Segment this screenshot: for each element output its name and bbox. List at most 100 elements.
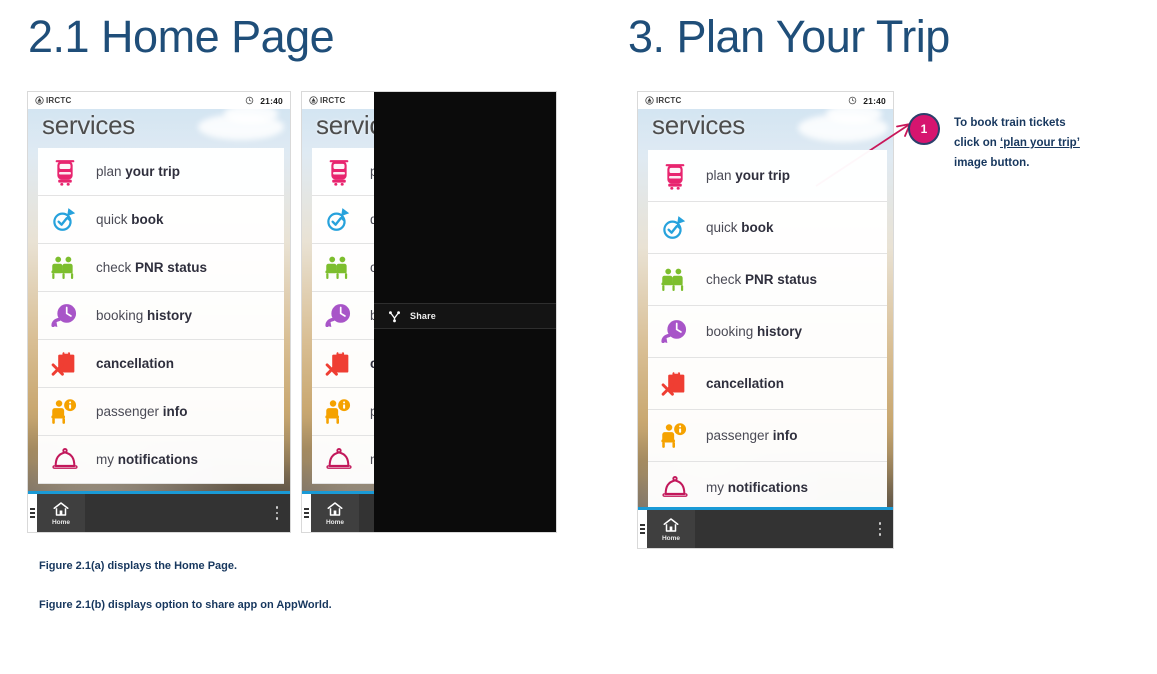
service-item-cancellation[interactable]: cancellation — [38, 340, 284, 388]
irctc-logo-icon — [645, 96, 654, 105]
history-clock-icon — [325, 303, 351, 327]
service-item-booking-history[interactable]: booking history — [38, 292, 284, 340]
callout-line-3: image button. — [954, 156, 1030, 169]
figure-caption-b: Figure 2.1(b) displays option to share a… — [39, 599, 332, 611]
app-page-title: services — [652, 110, 745, 140]
service-label: cancellation — [706, 376, 785, 391]
brand-block: IRCTC — [645, 96, 681, 105]
quick-book-icon — [663, 215, 686, 239]
more-dots-icon[interactable] — [264, 494, 290, 532]
notifications-icon — [326, 447, 352, 469]
nav-home-label: Home — [661, 535, 681, 542]
figure-caption-a: Figure 2.1(a) displays the Home Page. — [39, 560, 238, 572]
history-clock-icon — [661, 319, 687, 343]
services-list: plan your trip quick book — [38, 148, 284, 484]
service-label: passenger info — [96, 404, 188, 419]
nav-home-label: Home — [325, 519, 345, 526]
service-item-passenger-info[interactable]: passenger info — [38, 388, 284, 436]
cancellation-icon — [661, 370, 685, 396]
pnr-status-icon — [51, 256, 74, 279]
service-label: plan your trip — [96, 164, 181, 179]
callout-instruction-text: To book train tickets click on ‘plan you… — [954, 114, 1154, 173]
share-menu-item[interactable]: Share — [374, 303, 556, 329]
status-time: 21:40 — [863, 95, 886, 106]
status-right: 21:40 — [245, 96, 283, 106]
service-item-cancellation[interactable]: cancellation — [648, 358, 887, 410]
service-item-check-pnr-status[interactable]: check PNR status — [648, 254, 887, 306]
share-icon — [389, 310, 400, 322]
passenger-info-icon — [661, 422, 687, 448]
notifications-icon — [52, 447, 78, 469]
slide-canvas: 2.1 Home Page 3. Plan Your Trip IRCTC 21… — [0, 0, 1157, 674]
service-item-plan-your-trip[interactable]: plan your trip — [648, 150, 887, 202]
services-list: plan your trip quick book — [648, 150, 887, 514]
passenger-info-icon — [325, 398, 351, 424]
callout-link: ‘plan your trip’ — [1000, 136, 1080, 149]
notifications-icon — [662, 475, 688, 497]
more-dots-icon[interactable] — [867, 510, 893, 548]
pnr-status-icon — [661, 268, 684, 291]
nav-home-button[interactable]: Home — [37, 494, 85, 532]
cancellation-icon — [325, 350, 349, 376]
share-menu-overlay: Share — [374, 92, 556, 532]
phone-screenshot-share-menu: IRCTC services plan your trip — [302, 92, 556, 532]
history-clock-icon — [51, 303, 77, 327]
status-time: 21:40 — [260, 95, 283, 106]
quick-book-icon — [327, 207, 350, 231]
phone-screen: IRCTC services plan your trip — [302, 92, 556, 532]
service-label: passenger info — [706, 428, 798, 443]
callout-number-badge: 1 — [908, 113, 940, 145]
nav-home-label: Home — [51, 519, 71, 526]
brand-name: IRCTC — [320, 96, 346, 105]
irctc-logo-icon — [35, 96, 44, 105]
callout-number: 1 — [920, 122, 928, 136]
nav-edge-ticks — [302, 494, 311, 532]
nav-edge-ticks — [638, 510, 647, 548]
home-icon — [327, 502, 343, 516]
bottom-navigation-bar: Home — [28, 491, 290, 532]
service-item-booking-history[interactable]: booking history — [648, 306, 887, 358]
phone-screenshot-home-page: IRCTC 21:40 services plan your trip quic… — [28, 92, 290, 532]
home-icon — [663, 518, 679, 532]
status-right: 21:40 — [848, 96, 886, 106]
page-title-plan-your-trip: 3. Plan Your Trip — [628, 11, 950, 62]
service-item-my-notifications[interactable]: my notifications — [38, 436, 284, 484]
brand-name: IRCTC — [656, 96, 682, 105]
service-label: quick book — [96, 212, 164, 227]
service-label: check PNR status — [706, 272, 818, 287]
share-menu-label: Share — [410, 311, 437, 321]
home-icon — [53, 502, 69, 516]
phone-screenshot-plan-your-trip: IRCTC 21:40 services plan your trip quic… — [638, 92, 893, 548]
bottom-navigation-bar: Home — [638, 507, 893, 548]
callout-line-1: To book train tickets — [954, 117, 1066, 129]
service-label: booking history — [706, 324, 803, 339]
service-label: check PNR status — [96, 260, 208, 275]
clock-icon — [849, 96, 857, 105]
callout-line-2: click on ‘plan your trip’ — [954, 136, 1080, 149]
service-item-passenger-info[interactable]: passenger info — [648, 410, 887, 462]
phone-screen: IRCTC 21:40 services plan your trip quic… — [28, 92, 290, 532]
service-label: my notifications — [706, 480, 808, 495]
app-page-title: services — [42, 110, 135, 140]
train-icon — [329, 159, 349, 186]
nav-home-button[interactable]: Home — [647, 510, 695, 548]
service-label: booking history — [96, 308, 193, 323]
brand-block: IRCTC — [309, 96, 345, 105]
service-item-check-pnr-status[interactable]: check PNR status — [38, 244, 284, 292]
service-label: cancellation — [96, 356, 175, 371]
status-bar: IRCTC 21:40 — [638, 92, 893, 109]
nav-edge-ticks — [28, 494, 37, 532]
nav-home-button[interactable]: Home — [311, 494, 359, 532]
service-item-plan-your-trip[interactable]: plan your trip — [38, 148, 284, 196]
service-item-quick-book[interactable]: quick book — [38, 196, 284, 244]
status-bar: IRCTC 21:40 — [28, 92, 290, 109]
service-item-quick-book[interactable]: quick book — [648, 202, 887, 254]
brand-block: IRCTC — [35, 96, 71, 105]
quick-book-icon — [53, 207, 76, 231]
passenger-info-icon — [51, 398, 77, 424]
service-label: my notifications — [96, 452, 198, 467]
service-label: plan your trip — [706, 168, 791, 183]
pnr-status-icon — [325, 256, 348, 279]
cancellation-icon — [51, 350, 75, 376]
